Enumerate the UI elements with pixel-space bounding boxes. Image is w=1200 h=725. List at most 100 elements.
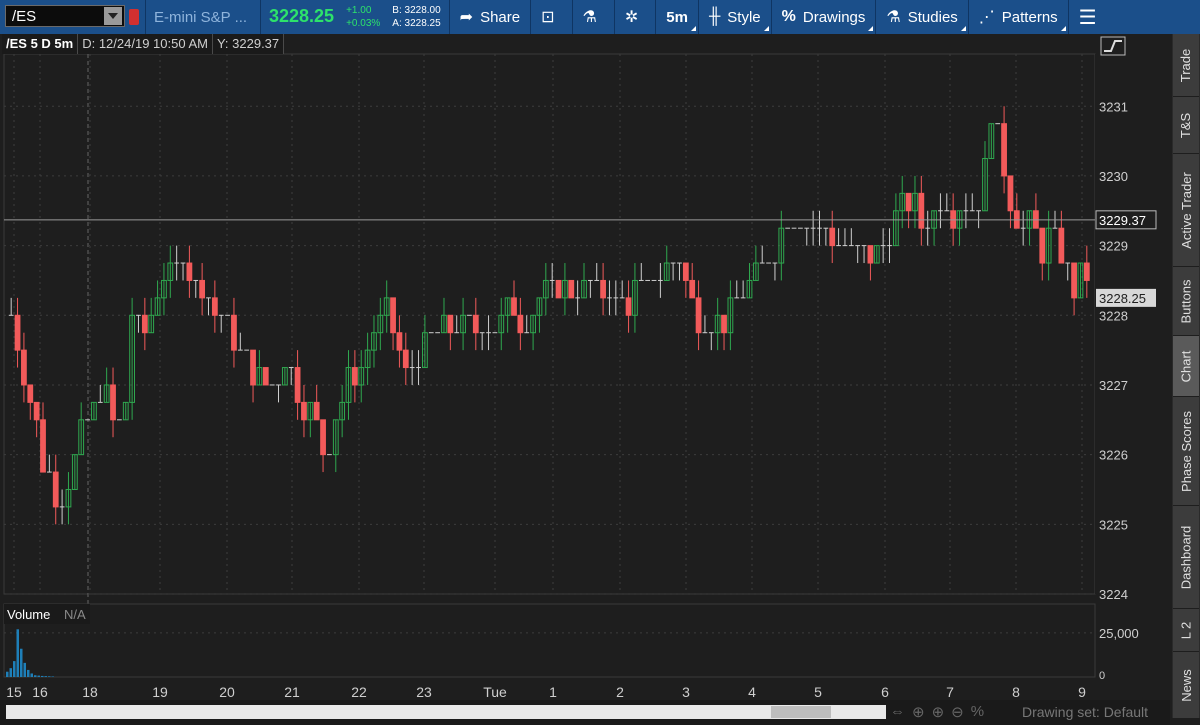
volume-bar <box>37 675 40 677</box>
scroll-track[interactable] <box>6 705 886 719</box>
settings-button[interactable]: ✲ <box>615 0 655 34</box>
change-value: +1.00 <box>346 5 372 16</box>
zoom-out-icon[interactable]: ⊖ <box>951 703 964 721</box>
drawings-button[interactable]: % Drawings <box>772 0 876 34</box>
style-button[interactable]: ╫ Style <box>699 0 771 34</box>
symbol-selector[interactable]: /ES <box>5 5 125 27</box>
price-axis-panel <box>1095 54 1170 594</box>
menu-icon: ☰ <box>1078 6 1097 29</box>
patterns-icon: ⋰ <box>978 9 995 26</box>
drawing-set-label[interactable]: Drawing set: Default <box>1022 704 1148 720</box>
candle-down <box>1039 227 1046 264</box>
candle-down <box>313 401 320 421</box>
candle-down <box>250 349 256 386</box>
flask-button[interactable]: ⚗ <box>573 0 614 34</box>
time-tick-label: 23 <box>416 684 432 700</box>
price-tick-label: 3231 <box>1099 99 1128 114</box>
alert-button[interactable]: ⊡ <box>531 0 571 34</box>
chevron-down-icon[interactable] <box>104 7 122 25</box>
candle-down <box>695 297 702 334</box>
percent-icon[interactable]: % <box>971 703 984 721</box>
gear-icon: ✲ <box>624 9 639 26</box>
zoom-in-icon[interactable]: ⊕ <box>932 703 945 721</box>
candle-down <box>867 245 874 264</box>
candle-down <box>231 314 237 351</box>
price-tick-label: 3228 <box>1099 308 1128 323</box>
timeframe-label: 5m <box>666 8 688 26</box>
candle-down <box>829 227 836 247</box>
flask-icon: ⚗ <box>886 9 901 26</box>
crosshair-label: 3229.37 <box>1099 213 1146 228</box>
volume-bar <box>34 675 37 677</box>
candle-down <box>33 401 40 421</box>
price-tick-label: 3230 <box>1099 169 1128 184</box>
candle-down <box>689 279 696 299</box>
alert-flag-icon[interactable] <box>129 9 139 25</box>
candle-down <box>262 367 269 386</box>
drawing-tool-icon[interactable] <box>1100 36 1126 56</box>
candle-down <box>21 349 27 386</box>
tab-phase-scores[interactable]: Phase Scores <box>1173 397 1199 506</box>
time-tick-label: 18 <box>82 684 98 700</box>
time-tick-label: 3 <box>682 684 690 700</box>
candle-down <box>1071 262 1077 299</box>
candle-down <box>1007 175 1014 212</box>
price-panel <box>3 53 1096 595</box>
price-chart[interactable]: 323132303229322832273226322532243229.373… <box>0 34 1170 700</box>
volume-bar <box>51 676 54 677</box>
candle-down <box>600 279 606 299</box>
candle-down <box>301 401 307 421</box>
volume-tick-label: 25,000 <box>1099 626 1139 641</box>
symbol-description: E-mini S&P ... <box>154 9 248 26</box>
candle-down <box>40 419 46 473</box>
candle-down <box>351 367 358 386</box>
tab-active-trader[interactable]: Active Trader <box>1173 154 1199 267</box>
share-icon: ➦ <box>459 9 474 26</box>
style-label: Style <box>727 8 761 26</box>
price-tick-label: 3225 <box>1099 517 1128 532</box>
tab-dashboard[interactable]: Dashboard <box>1173 506 1199 609</box>
chart-scrollbar[interactable]: ⇔ ⊕ ⊕ ⊖ % Drawing set: Default <box>0 700 1170 725</box>
candle-down <box>402 349 409 369</box>
time-tick-label: 22 <box>351 684 367 700</box>
candle-down <box>1001 123 1007 177</box>
candle-down <box>568 279 575 299</box>
symbol-text[interactable]: /ES <box>6 8 104 25</box>
time-tick-label: 9 <box>1078 684 1086 700</box>
patterns-button[interactable]: ⋰ Patterns <box>969 0 1068 34</box>
time-tick-label: 6 <box>881 684 889 700</box>
tab-buttons[interactable]: Buttons <box>1173 267 1199 336</box>
expand-icon[interactable]: ⇔ <box>890 703 905 721</box>
volume-bar <box>20 648 23 677</box>
time-tick-label: Tue <box>483 684 507 700</box>
volume-bar <box>27 669 30 677</box>
volume-bar <box>13 661 16 677</box>
patterns-label: Patterns <box>1001 8 1058 26</box>
volume-bar <box>9 668 12 677</box>
price-tick-label: 3226 <box>1099 448 1128 463</box>
alert-box-icon: ⊡ <box>541 9 555 26</box>
candle-down <box>110 384 116 421</box>
cursor-y: Y: 3229.37 <box>212 34 285 54</box>
scroll-thumb[interactable] <box>771 706 831 718</box>
chart-area[interactable]: 3231 3230 3229 3228 3227 3226 3225 3224 3229.37 3… <box>0 34 1170 718</box>
time-tick-label: 20 <box>219 684 235 700</box>
menu-button[interactable]: ☰ <box>1069 0 1107 34</box>
candle-down <box>396 332 403 351</box>
chart-symbol: /ES 5 D 5m <box>2 34 79 54</box>
timeframe-button[interactable]: 5m <box>656 0 698 34</box>
candle-down <box>141 314 148 334</box>
volume-bar <box>6 671 9 677</box>
price-change: +1.00 +0.03% <box>342 0 386 34</box>
tab-level2[interactable]: L 2 <box>1173 609 1199 652</box>
candle-down <box>1058 227 1065 264</box>
tab-news[interactable]: News <box>1173 652 1199 719</box>
tab-trade[interactable]: Trade <box>1173 34 1199 97</box>
share-button[interactable]: ➦ Share <box>450 0 530 34</box>
volume-zero-label: 0 <box>1099 670 1105 682</box>
tab-chart[interactable]: Chart <box>1173 336 1199 397</box>
studies-button[interactable]: ⚗ Studies <box>876 0 967 34</box>
tab-time-and-sales[interactable]: T&S <box>1173 97 1199 154</box>
candle-down <box>555 279 562 299</box>
crosshair-icon[interactable]: ⊕ <box>912 703 925 721</box>
